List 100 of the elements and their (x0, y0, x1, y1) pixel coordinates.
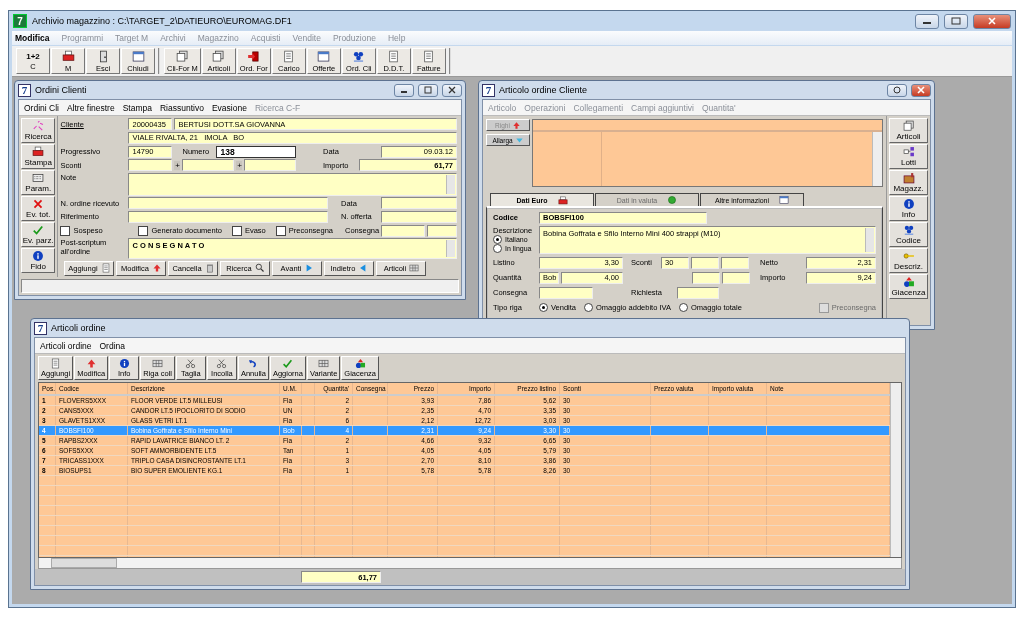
radio-button[interactable] (678, 303, 688, 312)
plus-sign: + (174, 160, 181, 170)
side-button[interactable]: Ev. parz. (21, 222, 56, 247)
window-icon (317, 49, 331, 63)
side-button[interactable]: Giacenza (889, 274, 928, 299)
checkbox[interactable] (138, 225, 149, 236)
search-icon (254, 263, 265, 274)
grid-icon (409, 263, 420, 274)
radio-button[interactable] (493, 235, 502, 244)
input-field[interactable] (692, 271, 720, 284)
radio-button[interactable] (584, 303, 594, 312)
grid-icon (152, 358, 163, 369)
close-button[interactable] (442, 83, 462, 97)
help-button[interactable] (887, 83, 907, 97)
side-button[interactable]: Magazz. (889, 170, 928, 195)
side-button[interactable]: Stampa (21, 144, 56, 169)
input-field[interactable] (721, 256, 749, 269)
window-title: Ordini Clienti (35, 85, 87, 95)
people-icon (352, 49, 366, 63)
app-logo: 7 (34, 321, 47, 335)
app-logo: 7 (13, 14, 27, 28)
boxes-icon (902, 146, 915, 158)
item-list[interactable] (532, 119, 883, 187)
input-field[interactable] (244, 159, 297, 172)
building-icon (902, 172, 915, 184)
check-icon (32, 224, 45, 236)
sparkle-icon (32, 120, 45, 132)
checkbox[interactable] (60, 225, 71, 236)
input-field[interactable]: 138 (216, 145, 297, 158)
scrollbar[interactable] (38, 558, 902, 569)
input-field[interactable] (677, 286, 719, 299)
menu-item[interactable]: Modifica (15, 33, 50, 43)
input-field[interactable] (722, 271, 750, 284)
cards-icon (175, 49, 189, 63)
trash-icon (204, 263, 215, 274)
side-button[interactable]: Articoli (889, 118, 928, 143)
close-icon (987, 17, 997, 25)
shapes-icon (354, 358, 366, 369)
input-field[interactable] (427, 224, 457, 237)
text-area[interactable] (128, 172, 457, 196)
side-button[interactable]: Ev. tot. (21, 196, 56, 221)
window-title: Articoli ordine (51, 323, 106, 333)
radio-button[interactable] (539, 303, 548, 312)
scrollbar[interactable] (446, 239, 455, 258)
up-arrow-icon (85, 358, 97, 369)
key-icon (902, 250, 915, 262)
scrollbar[interactable] (872, 132, 882, 186)
side-button[interactable]: Lotti (889, 144, 928, 169)
close-button[interactable] (911, 83, 931, 97)
minimize-button[interactable] (394, 83, 414, 97)
radio-button[interactable] (493, 244, 502, 253)
close-icon (916, 86, 926, 94)
input-field[interactable] (128, 197, 329, 210)
input-field[interactable] (182, 159, 235, 172)
menu-item[interactable]: Articoli ordine (40, 340, 92, 351)
input-field[interactable] (691, 256, 719, 269)
input-field[interactable] (128, 211, 329, 223)
menu-item[interactable]: Evasione (211, 102, 247, 113)
keyboard-icon (32, 172, 45, 184)
side-button[interactable]: Info (889, 196, 928, 221)
input-field[interactable] (381, 224, 425, 237)
scrollbar[interactable] (865, 228, 874, 252)
shapes-icon (902, 276, 915, 288)
scissors-icon (216, 358, 228, 369)
menu-item[interactable]: Ordini Cli (24, 102, 59, 113)
menu-item[interactable]: Altre finestre (66, 102, 115, 113)
side-button[interactable]: Codice (889, 222, 928, 247)
document-icon (100, 263, 111, 274)
menu-item[interactable]: Ordina (99, 340, 125, 351)
checkbox[interactable] (275, 225, 286, 236)
scrollbar[interactable] (446, 174, 455, 194)
close-icon (447, 86, 457, 94)
printer-icon (32, 146, 45, 158)
up-arrow-icon (151, 263, 162, 274)
info-icon (118, 358, 130, 369)
input-field[interactable] (381, 211, 457, 223)
side-button[interactable]: Descriz. (889, 248, 928, 273)
input-field[interactable] (539, 286, 593, 299)
document-icon (387, 49, 401, 63)
restore-icon (423, 86, 433, 94)
side-button[interactable]: Fido (21, 248, 56, 273)
input-field[interactable] (128, 159, 173, 172)
checkbox[interactable] (231, 225, 242, 236)
maximize-button[interactable] (944, 13, 968, 29)
minimize-button[interactable] (915, 13, 939, 29)
menu-item[interactable]: Riassuntivo (159, 102, 204, 113)
side-button[interactable]: Param. (21, 170, 56, 195)
menu-item[interactable]: Stampa (122, 102, 152, 113)
window-title: Archivio magazzino : C:\TARGET_2\DATIEURO\EUROMAG.DF1 (32, 16, 292, 26)
help-icon (892, 86, 902, 94)
cards-icon (212, 49, 226, 63)
window-icon (131, 49, 145, 63)
undo-icon (247, 358, 259, 369)
grid-icon (318, 358, 330, 369)
scrollbar[interactable] (890, 383, 901, 557)
info-icon (32, 250, 45, 262)
plus-sign: + (236, 160, 243, 170)
side-button[interactable]: Ricerca (21, 118, 56, 143)
input-field[interactable] (381, 197, 457, 210)
app-logo: 7 (482, 83, 495, 97)
